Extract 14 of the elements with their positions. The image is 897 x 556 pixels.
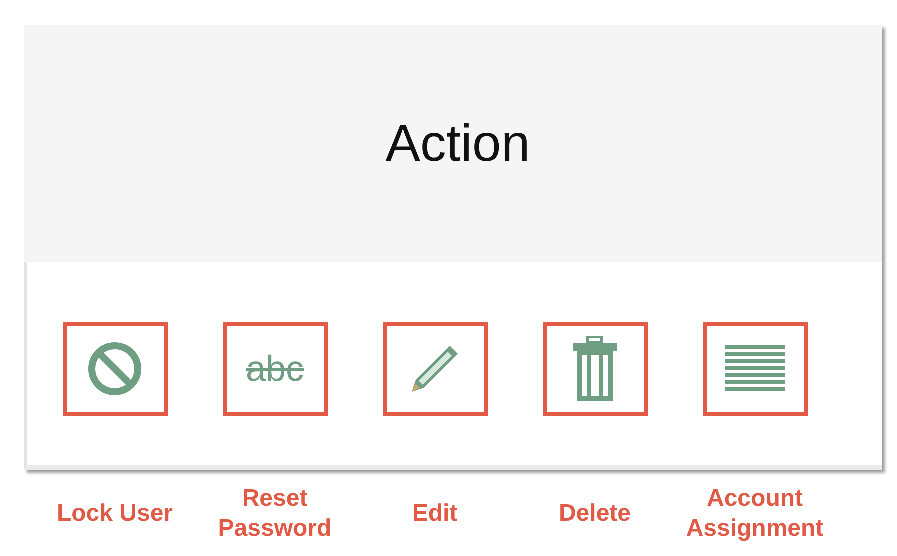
ban-icon [87,340,143,396]
annotation-label: Delete [558,499,632,529]
annotation-label: Account Assignment [685,484,825,544]
action-button[interactable] [702,322,808,416]
action-button[interactable]: abc [222,322,328,416]
action-button[interactable] [382,322,488,416]
list-icon [725,344,785,392]
annotation-label: Lock User [56,499,174,529]
annotation-label: Reset Password [217,484,333,544]
action-button[interactable] [62,322,168,416]
action-button[interactable] [542,322,648,416]
trash-icon [571,336,619,402]
annotation-label: Edit [412,499,458,529]
column-header: Action [386,114,530,174]
